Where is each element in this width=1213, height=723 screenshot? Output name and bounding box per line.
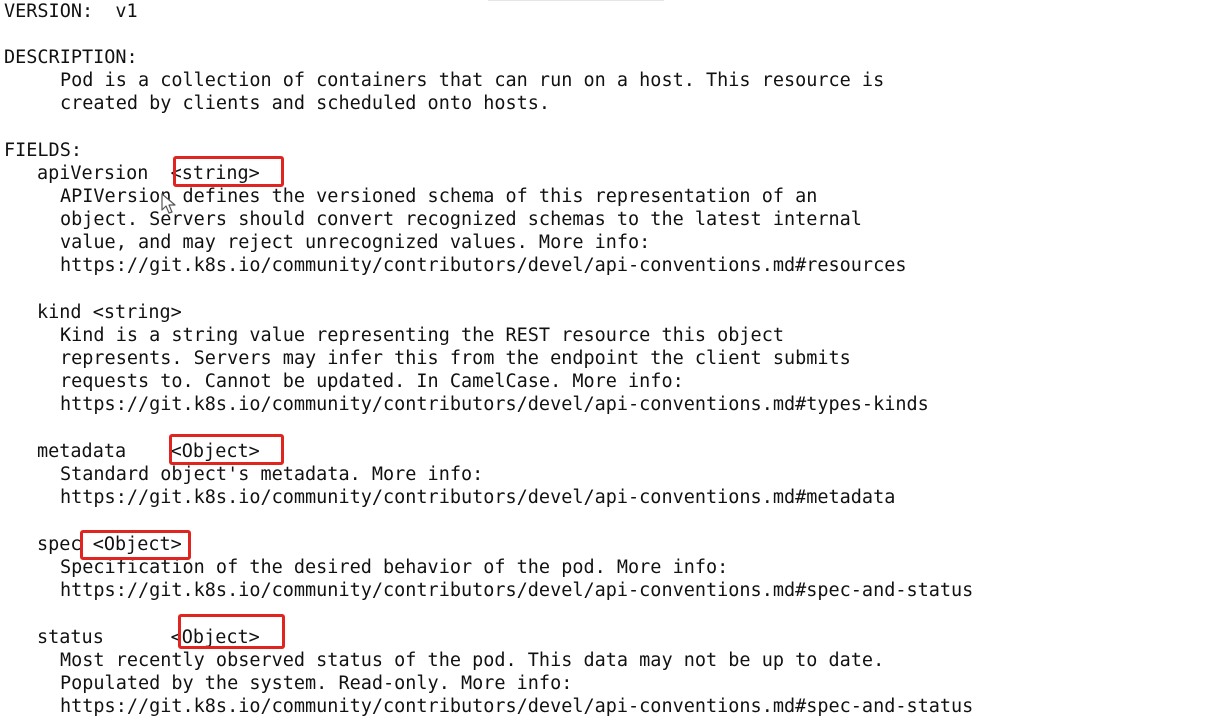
description-line: Pod is a collection of containers that c… <box>60 70 885 91</box>
field-kind-link: https://git.k8s.io/community/contributor… <box>60 394 929 415</box>
field-spec-link: https://git.k8s.io/community/contributor… <box>60 580 974 601</box>
mouse-pointer-icon <box>161 193 176 214</box>
field-metadata-link: https://git.k8s.io/community/contributor… <box>60 487 896 508</box>
field-kind-desc-line: represents. Servers may infer this from … <box>60 348 851 369</box>
description-line: created by clients and scheduled onto ho… <box>60 93 551 114</box>
description-heading: DESCRIPTION: <box>4 47 138 68</box>
type-highlight-box <box>169 434 284 465</box>
field-kind-header: kind <string> <box>37 302 182 323</box>
fields-heading: FIELDS: <box>4 140 82 161</box>
field-status-desc-line: Most recently observed status of the pod… <box>60 650 885 671</box>
window-tab-edge <box>488 0 664 1</box>
field-status-link: https://git.k8s.io/community/contributor… <box>60 696 974 717</box>
field-status-desc-line: Populated by the system. Read-only. More… <box>60 673 573 694</box>
field-kind-desc-line: Kind is a string value representing the … <box>60 325 784 346</box>
type-highlight-box <box>80 530 191 560</box>
field-apiversion-link: https://git.k8s.io/community/contributor… <box>60 255 907 276</box>
type-highlight-box <box>178 614 285 649</box>
field-apiversion-desc-line: value, and may reject unrecognized value… <box>60 232 651 253</box>
type-highlight-box <box>173 156 284 187</box>
field-apiversion-desc-line: object. Servers should convert recognize… <box>60 209 862 230</box>
field-kind-desc-line: requests to. Cannot be updated. In Camel… <box>60 371 684 392</box>
field-metadata-desc-line: Standard object's metadata. More info: <box>60 464 484 485</box>
version-line: VERSION: v1 <box>4 1 138 22</box>
